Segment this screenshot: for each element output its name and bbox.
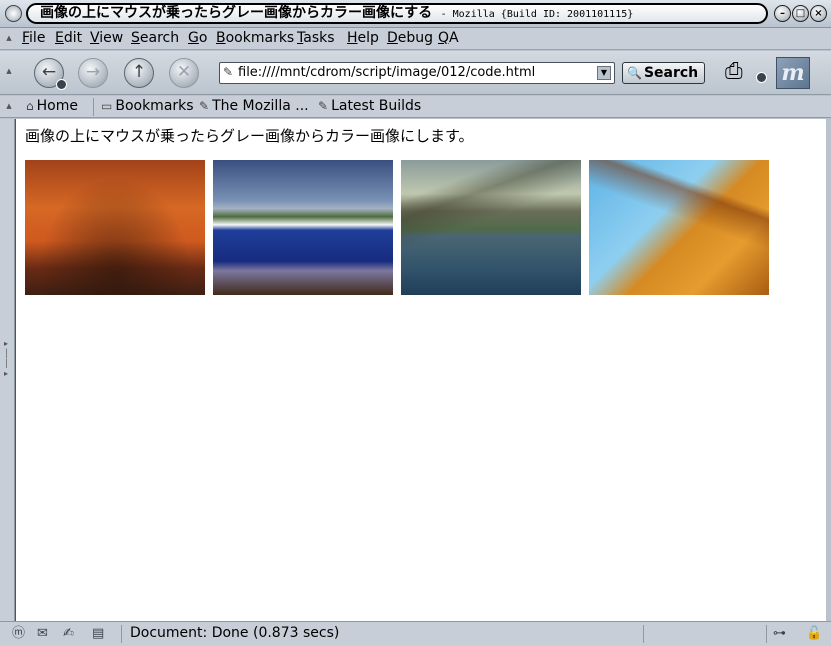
home-icon: ⌂ — [26, 99, 34, 113]
window-menu-icon[interactable] — [5, 5, 22, 22]
status-text: Document: Done (0.873 secs) — [130, 625, 340, 641]
menu-tasks[interactable]: Tasks — [297, 30, 335, 46]
title-bar: 画像の上にマウスが乗ったらグレー画像からカラー画像にする - Mozilla {… — [0, 0, 831, 28]
status-separator — [643, 625, 644, 643]
page-content: 画像の上にマウスが乗ったらグレー画像からカラー画像にします。 — [15, 119, 826, 621]
minimize-button[interactable]: – — [774, 5, 791, 22]
bookmarks-button[interactable]: ▭ Bookmarks — [101, 98, 194, 115]
address-book-icon[interactable]: ▤ — [92, 625, 104, 642]
forward-arrow-icon: → — [85, 62, 101, 82]
image-desert-mountain[interactable] — [589, 160, 769, 295]
stop-button[interactable]: ✕ — [169, 58, 199, 88]
folder-icon: ▭ — [101, 99, 113, 113]
navigator-icon[interactable]: ⓜ — [12, 625, 25, 642]
page-proxy-icon[interactable]: ✎ — [223, 65, 233, 79]
bookmark-icon: ✎ — [318, 99, 329, 113]
the-mozilla-label: The Mozilla ... — [212, 98, 309, 114]
magnifier-icon: 🔍 — [627, 66, 642, 80]
bookmark-latest-builds[interactable]: ✎ Latest Builds — [318, 98, 421, 115]
image-sunset-sky[interactable] — [25, 160, 205, 295]
sidebar-splitter[interactable]: ▸ │ │ ▸ — [0, 119, 15, 621]
reload-icon: ↑ — [131, 62, 147, 82]
toolbar-separator — [93, 98, 94, 116]
navigation-toolbar: ▲ ← → ↑ ✕ ✎ file:////mnt/cdrom/script/im… — [0, 51, 831, 95]
personal-toolbar: ▲ ⌂ Home ▭ Bookmarks ✎ The Mozilla ... ✎ Lat… — [0, 96, 831, 118]
back-dropdown-icon[interactable] — [56, 79, 67, 90]
url-input[interactable]: file:////mnt/cdrom/script/image/012/code… — [238, 65, 535, 81]
menu-bar: ▲ File Edit View Search Go Bookmarks Tas… — [0, 28, 831, 50]
window-title: 画像の上にマウスが乗ったらグレー画像からカラー画像にする - Mozilla {… — [26, 3, 768, 24]
nav-toolbar-grip-icon[interactable]: ▲ — [5, 67, 13, 75]
splitter-grip-icon[interactable]: ▸ │ │ ▸ — [4, 339, 9, 379]
composer-icon[interactable]: ✍ — [63, 625, 74, 642]
forward-button[interactable]: → — [78, 58, 108, 88]
window-title-text: 画像の上にマウスが乗ったらグレー画像からカラー画像にする — [40, 5, 433, 21]
menu-bar-grip-icon[interactable]: ▲ — [5, 34, 13, 42]
mail-icon[interactable]: ✉ — [37, 625, 48, 642]
menu-qa[interactable]: QA — [438, 30, 459, 46]
bookmark-the-mozilla[interactable]: ✎ The Mozilla ... — [199, 98, 309, 115]
image-mountain-lake[interactable] — [401, 160, 581, 295]
page-heading: 画像の上にマウスが乗ったらグレー画像からカラー画像にします。 — [25, 127, 474, 145]
menu-view[interactable]: View — [90, 30, 123, 46]
url-bar[interactable]: ✎ file:////mnt/cdrom/script/image/012/co… — [219, 62, 615, 84]
status-bar: ⓜ ✉ ✍ ▤ Document: Done (0.873 secs) ⊶ 🔓 — [0, 621, 831, 646]
menu-file[interactable]: File — [22, 30, 45, 46]
menu-help[interactable]: Help — [347, 30, 379, 46]
stop-icon: ✕ — [176, 62, 192, 82]
bookmarks-label: Bookmarks — [115, 98, 194, 114]
maximize-button[interactable]: □ — [792, 5, 809, 22]
reload-button[interactable]: ↑ — [124, 58, 154, 88]
url-history-dropdown-icon[interactable]: ▼ — [597, 66, 611, 80]
menu-bookmarks[interactable]: Bookmarks — [216, 30, 294, 46]
menu-edit[interactable]: Edit — [55, 30, 82, 46]
mozilla-throbber-icon[interactable]: m — [776, 57, 810, 89]
latest-builds-label: Latest Builds — [331, 98, 422, 114]
menu-go[interactable]: Go — [188, 30, 207, 46]
security-lock-icon[interactable]: 🔓 — [806, 625, 822, 642]
image-blue-sea-coast[interactable] — [213, 160, 393, 295]
personal-toolbar-grip-icon[interactable]: ▲ — [5, 102, 13, 110]
printer-icon: ⎙ — [725, 59, 743, 84]
window-subtitle: - Mozilla {Build ID: 2001101115} — [440, 9, 634, 20]
print-dropdown-icon[interactable] — [756, 72, 767, 83]
bookmark-icon: ✎ — [199, 99, 210, 113]
status-separator — [766, 625, 767, 643]
close-window-button[interactable]: × — [810, 5, 827, 22]
menu-search[interactable]: Search — [131, 30, 179, 46]
menu-debug[interactable]: Debug — [387, 30, 433, 46]
search-button-label: Search — [643, 65, 699, 81]
status-separator — [121, 625, 122, 643]
home-button[interactable]: ⌂ Home — [26, 98, 78, 115]
back-arrow-icon: ← — [41, 62, 57, 82]
home-label: Home — [36, 98, 78, 114]
online-status-icon[interactable]: ⊶ — [773, 625, 786, 642]
search-button[interactable]: 🔍 Search — [622, 62, 705, 84]
